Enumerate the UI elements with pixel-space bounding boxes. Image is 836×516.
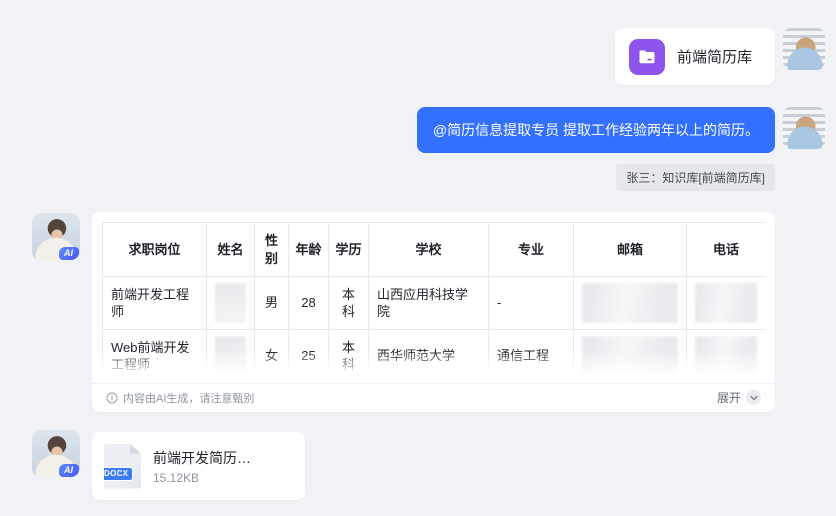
table-cell: 25 bbox=[288, 329, 329, 375]
column-header: 电话 bbox=[686, 222, 765, 278]
table-row: Web前端开发工程师 女 25 本科 西华师范大学 通信工程 bbox=[102, 329, 765, 375]
table-cell: 通信工程 bbox=[488, 329, 574, 375]
table-cell: - bbox=[488, 276, 574, 331]
docx-type-badge: DOCX bbox=[104, 466, 134, 481]
page-fold bbox=[130, 443, 141, 454]
table-cell: 西华师范大学 bbox=[368, 329, 489, 375]
ai-disclaimer: 内容由AI生成，请注意甄别 bbox=[106, 390, 254, 406]
resume-table: 求职岗位 姓名 性别 年龄 学历 学校 专业 邮箱 电话 前端开发工程师男 28 本科 山西应用科技学… bbox=[102, 222, 765, 375]
column-header: 姓名 bbox=[206, 222, 255, 278]
column-header: 专业 bbox=[488, 222, 574, 278]
chat-screen: 前端简历库 @简历信息提取专员 提取工作经验两年以上的简历。 张三：知识库[前端… bbox=[0, 0, 836, 516]
blurred-content bbox=[695, 336, 757, 375]
redacted-cell bbox=[206, 329, 255, 375]
redacted-cell bbox=[206, 276, 255, 331]
column-header: 性别 bbox=[254, 222, 289, 278]
redacted-cell bbox=[686, 276, 765, 331]
table-cell: 前端开发工程师 bbox=[102, 276, 207, 331]
user-avatar[interactable] bbox=[783, 107, 825, 149]
column-header: 学校 bbox=[368, 222, 489, 278]
docx-file-icon: DOCX bbox=[104, 443, 141, 489]
table-cell: 28 bbox=[288, 276, 329, 331]
blurred-content bbox=[582, 336, 678, 375]
ai-message-card: 求职岗位 姓名 性别 年龄 学历 学校 专业 邮箱 电话 前端开发工程师男 28 本科 山西应用科技学… bbox=[92, 212, 775, 412]
file-name: 前端开发简历… bbox=[153, 449, 251, 466]
table-header-row: 求职岗位 姓名 性别 年龄 学历 学校 专业 邮箱 电话 bbox=[102, 222, 765, 278]
chevron-down-icon bbox=[746, 390, 761, 405]
resume-table-container: 求职岗位 姓名 性别 年龄 学历 学校 专业 邮箱 电话 前端开发工程师男 28 本科 山西应用科技学… bbox=[102, 222, 765, 375]
table-cell: 山西应用科技学院 bbox=[368, 276, 489, 331]
file-attachment-card[interactable]: DOCX 前端开发简历… 15.12KB bbox=[92, 432, 305, 500]
blurred-content bbox=[695, 283, 757, 324]
ai-card-footer: 内容由AI生成，请注意甄别 展开 bbox=[92, 383, 775, 411]
message-reference-chip: 张三：知识库[前端简历库] bbox=[616, 164, 775, 191]
table-row: 前端开发工程师男 28 本科 山西应用科技学院 - bbox=[102, 276, 765, 331]
expand-label: 展开 bbox=[716, 391, 741, 405]
folder-icon bbox=[629, 38, 665, 75]
column-header: 学历 bbox=[328, 222, 369, 278]
table-cell: 本科 bbox=[328, 329, 369, 375]
table-cell: 本科 bbox=[328, 276, 369, 331]
info-icon bbox=[106, 392, 118, 403]
table-cell: Web前端开发工程师 bbox=[102, 329, 207, 375]
redacted-cell bbox=[573, 329, 687, 375]
knowledge-base-card[interactable]: 前端简历库 bbox=[615, 28, 775, 85]
user-message-bubble: @简历信息提取专员 提取工作经验两年以上的简历。 bbox=[416, 107, 775, 153]
redacted-cell bbox=[573, 276, 687, 331]
ai-badge: AI bbox=[59, 464, 79, 477]
ai-assistant-avatar[interactable]: AI bbox=[32, 213, 80, 261]
file-size: 15.12KB bbox=[153, 470, 200, 485]
knowledge-base-title: 前端简历库 bbox=[677, 49, 753, 66]
column-header: 求职岗位 bbox=[102, 222, 207, 278]
column-header: 邮箱 bbox=[573, 222, 687, 278]
ai-badge: AI bbox=[59, 247, 79, 260]
table-cell: 男 bbox=[254, 276, 289, 331]
ai-assistant-avatar[interactable]: AI bbox=[32, 430, 80, 478]
table-cell: 女 bbox=[254, 329, 289, 375]
redacted-cell bbox=[686, 329, 765, 375]
file-meta: 前端开发简历… 15.12KB bbox=[153, 448, 251, 485]
user-avatar[interactable] bbox=[783, 28, 825, 70]
blurred-content bbox=[582, 283, 678, 324]
blurred-content bbox=[215, 336, 246, 375]
expand-button[interactable]: 展开 bbox=[717, 389, 761, 406]
column-header: 年龄 bbox=[288, 222, 329, 278]
blurred-content bbox=[215, 283, 246, 324]
disclaimer-text: 内容由AI生成，请注意甄别 bbox=[123, 392, 255, 405]
